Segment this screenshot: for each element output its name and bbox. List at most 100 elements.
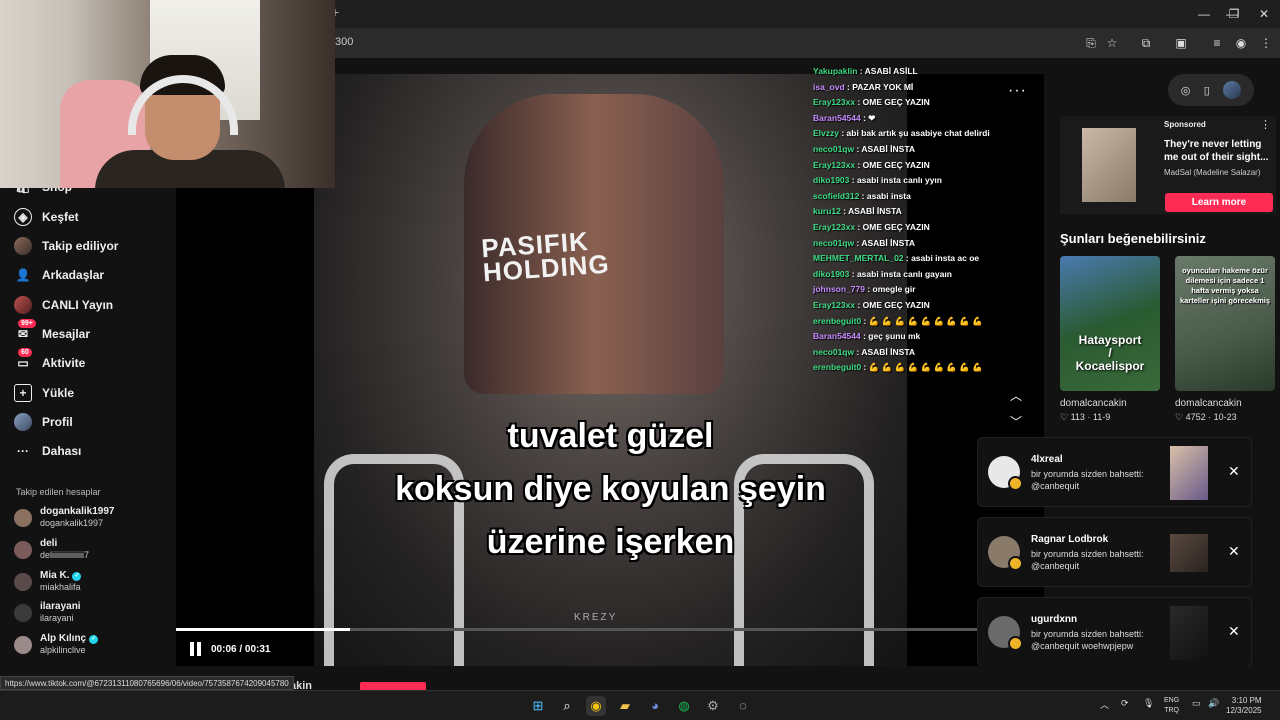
chat-username: isa_ovd: [813, 81, 845, 92]
sidebar-item-friends[interactable]: 👤 Arkadaşlar: [14, 263, 105, 287]
sidepanel-icon[interactable]: ▣: [1172, 34, 1190, 52]
media-icon[interactable]: ≡: [1208, 34, 1226, 52]
chat-message: MEHMET_MERTAL_02 : asabi insta ac oe: [813, 253, 1013, 269]
close-icon[interactable]: ✕: [1228, 463, 1240, 480]
chat-text: : asabi insta ac oe: [903, 253, 980, 264]
chat-username: diko1903: [813, 175, 850, 186]
avatar: [14, 508, 32, 527]
close-window-button[interactable]: ✕: [1249, 4, 1279, 24]
sidebar-item-following[interactable]: Takip ediliyor: [14, 234, 118, 258]
compass-icon[interactable]: ◎: [1181, 84, 1191, 97]
followed-account[interactable]: deli deliiiiiiiiiiiiiiii7: [14, 538, 89, 561]
mention-notification[interactable]: 4lxreal bir yorumda sizden bahsetti: @can…: [977, 437, 1252, 507]
upload-icon: +: [14, 384, 32, 402]
sidebar-item-upload[interactable]: + Yükle: [14, 381, 74, 405]
notification-thumbnail[interactable]: [1170, 446, 1208, 500]
tray-chevron-icon[interactable]: ︿: [1100, 698, 1109, 711]
next-video-button[interactable]: ﹀: [1010, 413, 1022, 430]
spotify-icon[interactable]: ◍: [674, 696, 694, 716]
recommended-author[interactable]: domalcancakin: [1175, 398, 1242, 409]
sidebar-item-live[interactable]: CANLI Yayın: [14, 293, 113, 317]
close-icon[interactable]: ✕: [1228, 543, 1240, 560]
settings-gear-icon[interactable]: ⚙: [703, 696, 723, 716]
followed-account[interactable]: ilarayani ilarayani: [14, 601, 81, 624]
pause-button[interactable]: [190, 642, 204, 656]
chat-username: scofield312: [813, 190, 860, 201]
sidebar-item-profile[interactable]: Profil: [14, 410, 73, 434]
bookmark-star-icon[interactable]: ☆: [1103, 34, 1121, 52]
chat-text: : ASABİ İNSTA: [854, 237, 916, 248]
chrome-icon[interactable]: ◉: [586, 696, 606, 716]
recommendations-title: Şunları beğenebilirsiniz: [1060, 231, 1206, 246]
url-text[interactable]: 300: [335, 36, 353, 48]
sidebar-item-activity[interactable]: ▭ 60 Aktivite: [14, 348, 86, 375]
ad-thumbnail[interactable]: [1082, 128, 1136, 202]
chat-message: Eray123xx : OME GEÇ YAZIN: [813, 300, 1013, 316]
learn-more-button[interactable]: Learn more: [1165, 193, 1273, 212]
chat-message: Eray123xx : OME GEÇ YAZIN: [813, 222, 1013, 238]
notification-line: @canbequit woehwpjepw: [1031, 641, 1134, 651]
notification-thumbnail[interactable]: [1170, 606, 1208, 660]
user-avatar[interactable]: [1223, 81, 1242, 99]
notification-thumbnail[interactable]: [1170, 534, 1208, 572]
recommended-author[interactable]: domalcancakin: [1060, 398, 1127, 409]
volume-icon[interactable]: 🔊: [1208, 698, 1219, 709]
close-icon[interactable]: ✕: [1228, 623, 1240, 640]
sidebar-item-label: Aktivite: [42, 356, 86, 370]
maximize-button[interactable]: ❐: [1219, 4, 1249, 24]
chat-text: : OME GEÇ YAZIN: [855, 159, 930, 170]
account-name: dogankalik1997: [40, 506, 115, 517]
chat-text: : ASABİ İNSTA: [854, 143, 916, 154]
discord-icon[interactable]: ◕: [645, 696, 665, 716]
phone-icon[interactable]: ▯: [1204, 84, 1210, 97]
app-icon[interactable]: ◌: [733, 696, 753, 716]
microphone-icon[interactable]: 🎙: [1143, 698, 1154, 709]
sidebar-item-label: Dahası: [42, 444, 82, 458]
file-explorer-icon[interactable]: ▰: [615, 696, 635, 716]
sidebar-item-messages[interactable]: ✉ 99+ Mesajlar: [14, 319, 90, 346]
search-icon[interactable]: ⌕: [557, 696, 577, 716]
ad-more-icon[interactable]: ⋮: [1260, 118, 1271, 131]
sidebar-item-explore[interactable]: ◈ Keşfet: [14, 205, 79, 229]
account-handle: miakhalifa: [40, 582, 81, 592]
input-language[interactable]: ENG TRQ: [1164, 696, 1179, 716]
mention-notification[interactable]: Ragnar Lodbrok bir yorumda sizden bahset…: [977, 517, 1252, 587]
chat-username: johnson_779: [813, 284, 865, 295]
sidebar-item-more[interactable]: ··· Dahası: [14, 439, 81, 463]
profile-icon[interactable]: ◉: [1232, 34, 1250, 52]
cast-icon[interactable]: ⎘: [1082, 34, 1100, 52]
previous-video-button[interactable]: ︿: [1010, 387, 1022, 404]
video-watermark: KREZY: [574, 612, 618, 623]
chat-message: Elvzzy : abi bak artık şu asabiye chat d…: [813, 128, 1013, 144]
notification-avatar: [988, 456, 1023, 491]
chat-message: Eray123xx : OME GEÇ YAZIN: [813, 97, 1013, 113]
system-clock[interactable]: 3:10 PM 12/3/2025: [1226, 696, 1262, 716]
extensions-icon[interactable]: ⧉: [1137, 34, 1155, 52]
windows-start-icon[interactable]: ⊞: [528, 696, 548, 716]
video-progress-bar[interactable]: [176, 628, 1044, 631]
partial-red-button[interactable]: [360, 682, 426, 690]
mention-notification[interactable]: ugurdxnn bir yorumda sizden bahsetti: @ca…: [977, 597, 1252, 667]
network-app-icon[interactable]: ⟳: [1121, 698, 1129, 709]
account-handle: ilarayani: [40, 613, 74, 623]
followed-account[interactable]: Alp Kılınç ✓ alpkilinclive: [14, 633, 99, 656]
chat-username: Baran54544: [813, 331, 861, 342]
chat-message: neco01qw : ASABİ İNSTA: [813, 347, 1013, 363]
recommended-video-thumbnail[interactable]: Hataysport / Kocaelispor: [1060, 256, 1160, 391]
video-more-button[interactable]: ···: [1008, 82, 1027, 100]
followed-account[interactable]: dogankalik1997 dogankalik1997: [14, 506, 114, 529]
recommended-video-thumbnail[interactable]: oyuncuları hakeme özür dilemesi için sad…: [1175, 256, 1275, 391]
minimize-button[interactable]: —: [1189, 4, 1219, 24]
chat-text: : OME GEÇ YAZIN: [855, 97, 930, 108]
messages-badge: 99+: [18, 319, 36, 328]
notification-text: bir yorumda sizden bahsetti: @canbequit: [1031, 548, 1144, 572]
account-name: Alp Kılınç ✓: [40, 633, 99, 645]
chat-username: Eray123xx: [813, 299, 856, 310]
followed-account[interactable]: Mia K. ✓ miakhalifa: [14, 570, 82, 593]
jersey-sponsor-text: PASIFIK HOLDING: [480, 225, 611, 288]
display-icon[interactable]: ▭: [1192, 698, 1201, 709]
lang-top: ENG: [1164, 697, 1180, 704]
menu-kebab-icon[interactable]: ⋮: [1257, 34, 1275, 52]
account-name-text: Alp Kılınç: [40, 633, 87, 644]
avatar: [14, 540, 32, 559]
